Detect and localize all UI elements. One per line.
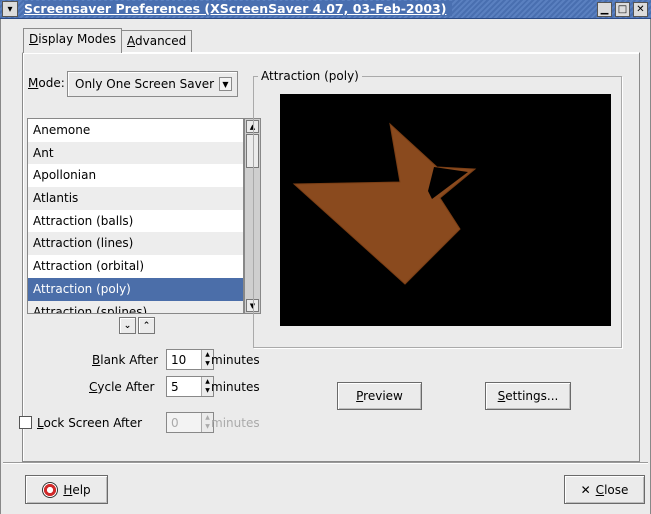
lock-screen-label[interactable]: Lock Screen After (37, 416, 142, 430)
list-item[interactable]: Attraction (lines) (28, 232, 243, 256)
settings-button[interactable]: Settings... (485, 382, 571, 410)
previous-mode-button[interactable]: ⌃ (138, 317, 155, 334)
chevron-up-icon: ⌃ (142, 320, 151, 331)
preview-graphic (292, 122, 477, 285)
maximize-icon: □ (617, 3, 628, 15)
poly-shape-hole (428, 167, 468, 199)
chevron-down-icon: ▼ (219, 77, 232, 91)
tab-display-modes[interactable]: Display Modes (23, 28, 123, 53)
lock-screen-checkbox[interactable] (19, 416, 32, 429)
window-menu-button[interactable]: ▾ (2, 1, 18, 17)
cycle-after-spinner[interactable]: 5 ▲ ▼ (166, 376, 214, 397)
cycle-after-label: Cycle After (89, 380, 155, 394)
minimize-icon: ▁ (600, 3, 609, 15)
list-item[interactable]: Anemone (28, 119, 243, 142)
minimize-button[interactable]: ▁ (597, 2, 612, 17)
preview-frame-label: Attraction (poly) (258, 69, 362, 83)
cycle-after-value[interactable]: 5 (171, 380, 179, 394)
dialog-body: Display Modes Advanced Mode: Only One Sc… (0, 19, 651, 514)
title-bar[interactable]: ▾ Screensaver Preferences (XScreenSaver … (0, 0, 651, 19)
next-mode-button[interactable]: ⌄ (119, 317, 136, 334)
divider (3, 462, 648, 464)
blank-after-unit: minutes (211, 353, 260, 367)
list-item[interactable]: Atlantis (28, 187, 243, 210)
blank-after-spinner[interactable]: 10 ▲ ▼ (166, 349, 214, 370)
list-item-selected[interactable]: Attraction (poly) (28, 277, 243, 301)
list-item[interactable]: Attraction (balls) (28, 210, 243, 233)
lifebuoy-icon (42, 481, 59, 498)
blank-after-value[interactable]: 10 (171, 353, 186, 367)
help-button[interactable]: Help (25, 475, 108, 504)
mode-dropdown[interactable]: Only One Screen Saver ▼ (67, 71, 238, 97)
close-window-button[interactable]: ✕ (633, 2, 648, 17)
lock-screen-value[interactable]: 0 (171, 416, 179, 430)
chevron-down-icon: ⌄ (123, 320, 132, 331)
list-item[interactable]: Attraction (orbital) (28, 255, 243, 278)
maximize-button[interactable]: □ (615, 2, 630, 17)
mode-label: Mode: (28, 76, 65, 90)
cycle-after-unit: minutes (211, 380, 260, 394)
screensaver-list[interactable]: Anemone Ant Apollonian Atlantis Attracti… (27, 118, 244, 314)
close-button[interactable]: ✕ Close (564, 475, 645, 504)
list-item[interactable]: Apollonian (28, 164, 243, 187)
mode-selected-value: Only One Screen Saver (75, 77, 215, 91)
lock-screen-unit: minutes (211, 416, 260, 430)
preview-area (280, 94, 611, 326)
list-item[interactable]: Ant (28, 141, 243, 165)
preview-button[interactable]: Preview (337, 382, 422, 410)
lock-screen-spinner[interactable]: 0 ▲ ▼ (166, 412, 214, 433)
tab-advanced[interactable]: Advanced (121, 30, 193, 52)
close-icon: ✕ (580, 482, 591, 497)
close-icon: ✕ (636, 3, 645, 15)
blank-after-label: Blank After (92, 353, 159, 367)
list-item[interactable]: Attraction (splines) (28, 300, 243, 313)
window-title: Screensaver Preferences (XScreenSaver 4.… (24, 1, 453, 16)
chevron-down-icon: ▾ (7, 3, 13, 15)
poly-shape (292, 122, 477, 285)
